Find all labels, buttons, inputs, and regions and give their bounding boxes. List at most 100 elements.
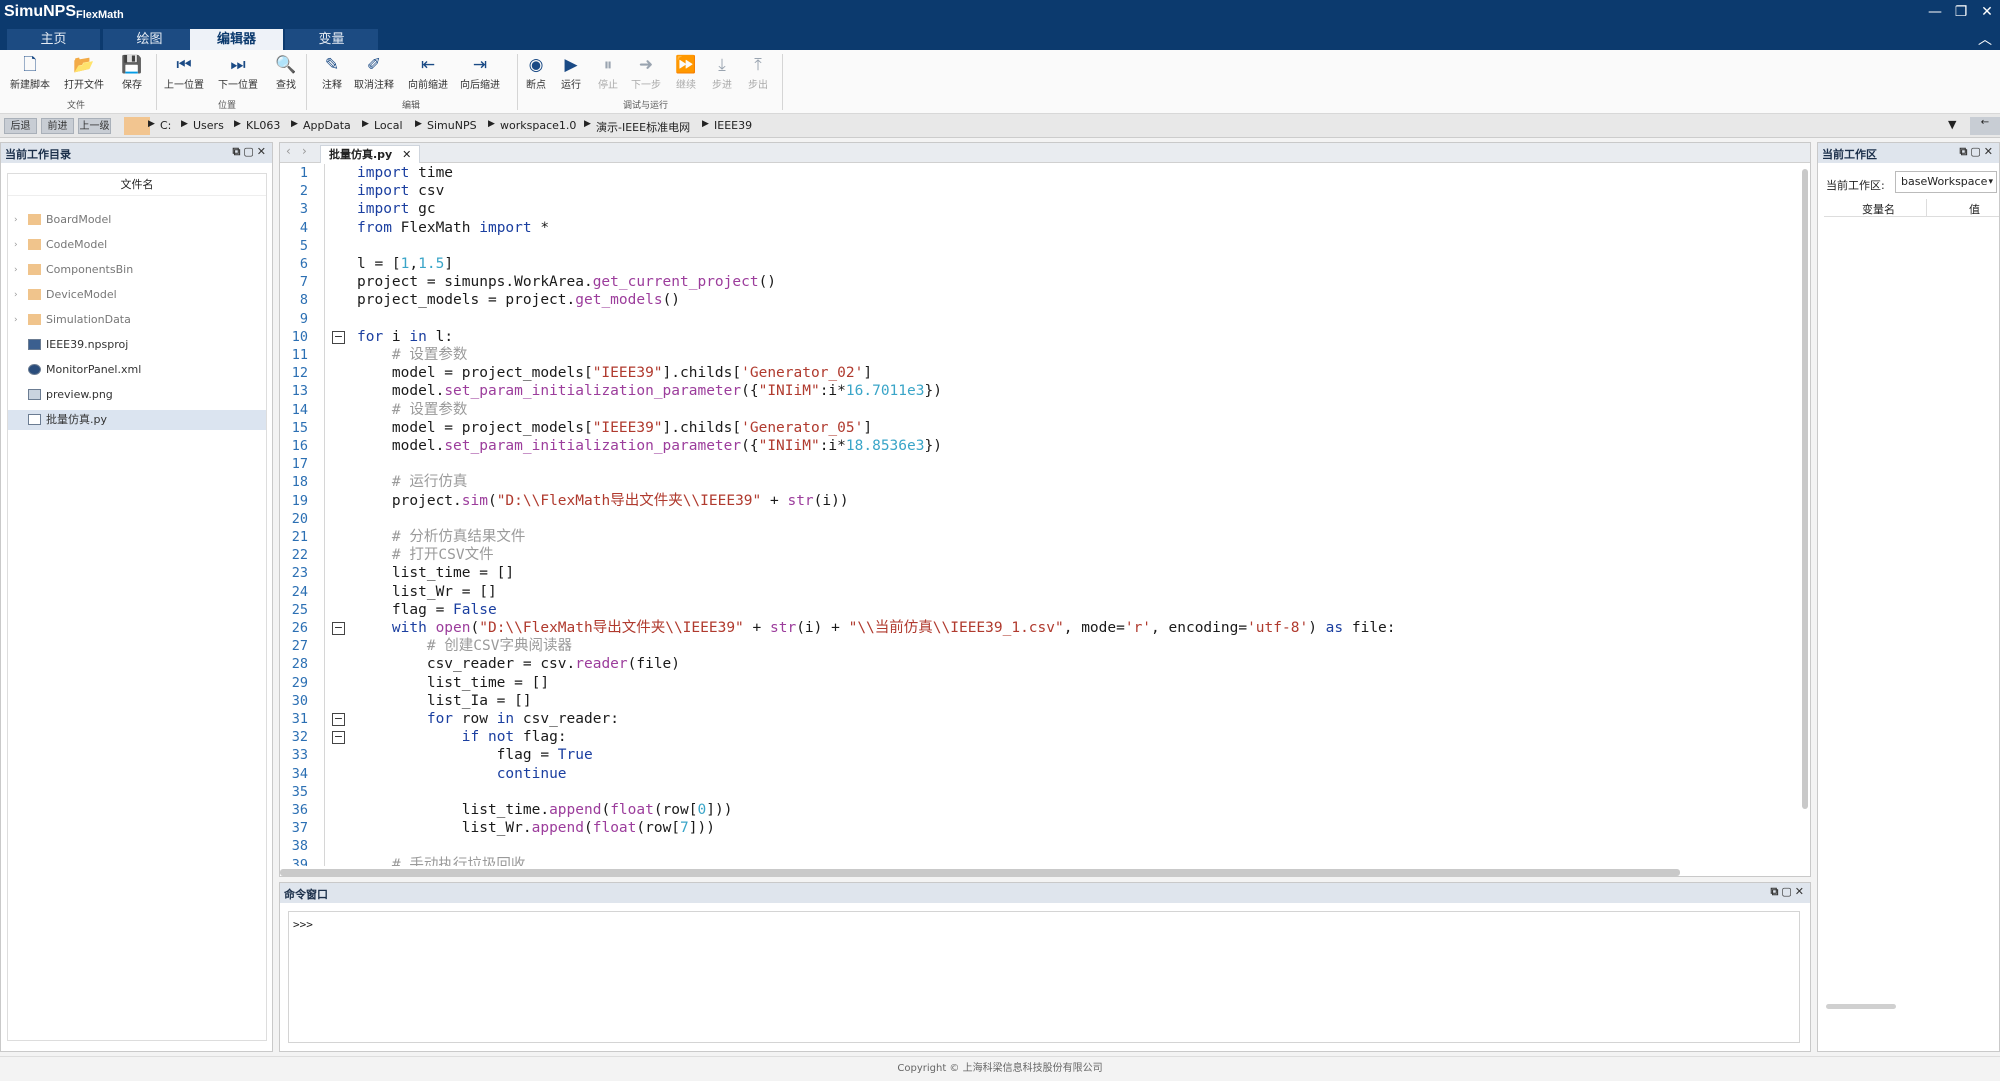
line-number[interactable]: 28: [280, 655, 308, 673]
code-area[interactable]: 1 import time 2 import csv 3 import gc 4 from F…: [280, 164, 1810, 866]
code-line[interactable]: 28 csv_reader = csv.reader(file): [280, 655, 1800, 673]
horizontal-scrollbar[interactable]: [1826, 1004, 1896, 1009]
file-item[interactable]: › SimulationData: [8, 310, 266, 330]
code-line[interactable]: 3 import gc: [280, 200, 1800, 218]
expand-arrow-icon[interactable]: ›: [14, 260, 18, 280]
indent-decrease-button[interactable]: ⇤ 向前缩进: [406, 54, 450, 91]
line-number[interactable]: 29: [280, 674, 308, 692]
code-line[interactable]: 17: [280, 455, 1800, 473]
code-line[interactable]: 25 flag = False: [280, 601, 1800, 619]
line-number[interactable]: 19: [280, 492, 308, 510]
expand-arrow-icon[interactable]: ›: [14, 235, 18, 255]
line-number[interactable]: 31: [280, 710, 308, 728]
line-number[interactable]: 14: [280, 401, 308, 419]
breadcrumb-separator-icon[interactable]: ▶: [234, 119, 241, 129]
vertical-scrollbar[interactable]: [1802, 169, 1808, 809]
panel-controls[interactable]: ⧉▢✕: [1960, 145, 1996, 159]
breadcrumb-item[interactable]: KL063: [246, 119, 280, 132]
save-button[interactable]: 💾 保存: [110, 54, 154, 91]
code-line[interactable]: 23 list_time = []: [280, 564, 1800, 582]
panel-controls[interactable]: ⧉▢✕: [233, 145, 269, 159]
code-line[interactable]: 33 flag = True: [280, 746, 1800, 764]
code-line[interactable]: 38: [280, 837, 1800, 855]
line-number[interactable]: 30: [280, 692, 308, 710]
code-line[interactable]: 39 # 手动执行垃圾回收: [280, 856, 1800, 866]
line-number[interactable]: 13: [280, 382, 308, 400]
line-number[interactable]: 5: [280, 237, 308, 255]
step-out-button[interactable]: ⤒ 步出: [736, 54, 780, 91]
code-line[interactable]: 13 model.set_param_initialization_parame…: [280, 382, 1800, 400]
code-line[interactable]: 19 project.sim("D:\\FlexMath导出文件夹\\IEEE3…: [280, 492, 1800, 510]
line-number[interactable]: 4: [280, 219, 308, 237]
line-number[interactable]: 25: [280, 601, 308, 619]
chevron-right-icon[interactable]: ›: [302, 144, 307, 158]
line-number[interactable]: 6: [280, 255, 308, 273]
line-number[interactable]: 10: [280, 328, 308, 346]
breadcrumb-separator-icon[interactable]: ▶: [181, 119, 188, 129]
file-item[interactable]: › ComponentsBin: [8, 260, 266, 280]
code-line[interactable]: 27 # 创建CSV字典阅读器: [280, 637, 1800, 655]
line-number[interactable]: 27: [280, 637, 308, 655]
line-number[interactable]: 20: [280, 510, 308, 528]
line-number[interactable]: 8: [280, 291, 308, 309]
breadcrumb-item[interactable]: workspace1.0: [500, 119, 576, 132]
workspace-select[interactable]: baseWorkspace ▾: [1895, 171, 1997, 193]
code-line[interactable]: 29 list_time = []: [280, 674, 1800, 692]
search-button[interactable]: 🔍 查找: [264, 54, 308, 91]
line-number[interactable]: 34: [280, 765, 308, 783]
breadcrumb-separator-icon[interactable]: ▶: [148, 119, 155, 129]
breadcrumb-item[interactable]: AppData: [303, 119, 351, 132]
fold-toggle-icon[interactable]: −: [332, 330, 345, 344]
line-number[interactable]: 36: [280, 801, 308, 819]
line-number[interactable]: 7: [280, 273, 308, 291]
line-number[interactable]: 15: [280, 419, 308, 437]
code-line[interactable]: 12 model = project_models["IEEE39"].chil…: [280, 364, 1800, 382]
tab-home[interactable]: 主页: [7, 29, 100, 50]
code-line[interactable]: 35: [280, 783, 1800, 801]
code-line[interactable]: 37 list_Wr.append(float(row[7])): [280, 819, 1800, 837]
line-number[interactable]: 32: [280, 728, 308, 746]
code-line[interactable]: 11 # 设置参数: [280, 346, 1800, 364]
line-number[interactable]: 17: [280, 455, 308, 473]
code-line[interactable]: 36 list_time.append(float(row[0])): [280, 801, 1800, 819]
horizontal-scrollbar[interactable]: [280, 869, 1680, 876]
forward-button[interactable]: 前进: [41, 118, 74, 134]
breadcrumb-separator-icon[interactable]: ▶: [584, 119, 591, 129]
parent-folder-button[interactable]: 上一级: [78, 118, 111, 134]
step-next-button[interactable]: ➜ 下一步: [624, 54, 668, 91]
breadcrumb-separator-icon[interactable]: ▶: [415, 119, 422, 129]
code-line[interactable]: 24 list_Wr = []: [280, 583, 1800, 601]
code-line[interactable]: 31 − for row in csv_reader:: [280, 710, 1800, 728]
line-number[interactable]: 16: [280, 437, 308, 455]
code-line[interactable]: 4 from FlexMath import *: [280, 219, 1800, 237]
line-number[interactable]: 23: [280, 564, 308, 582]
tab-editor[interactable]: 编辑器: [190, 29, 283, 50]
line-number[interactable]: 37: [280, 819, 308, 837]
code-line[interactable]: 5: [280, 237, 1800, 255]
breadcrumb-separator-icon[interactable]: ▶: [291, 119, 298, 129]
new-script-button[interactable]: 🗋 新建脚本: [8, 54, 52, 91]
code-line[interactable]: 14 # 设置参数: [280, 401, 1800, 419]
line-number[interactable]: 24: [280, 583, 308, 601]
restore-button[interactable]: ❐: [1950, 2, 1972, 22]
file-item[interactable]: IEEE39.npsproj: [8, 335, 266, 355]
uncomment-button[interactable]: ✐ 取消注释: [352, 54, 396, 91]
fold-toggle-icon[interactable]: −: [332, 731, 345, 745]
collapse-ribbon-icon[interactable]: ︿: [1978, 29, 1992, 49]
tab-plot[interactable]: 绘图: [103, 29, 196, 50]
line-number[interactable]: 26: [280, 619, 308, 637]
line-number[interactable]: 2: [280, 182, 308, 200]
code-line[interactable]: 7 project = simunps.WorkArea.get_current_…: [280, 273, 1800, 291]
code-line[interactable]: 9: [280, 310, 1800, 328]
column-value[interactable]: 值: [1969, 201, 1980, 217]
breadcrumb-separator-icon[interactable]: ▶: [488, 119, 495, 129]
code-line[interactable]: 21 # 分析仿真结果文件: [280, 528, 1800, 546]
prev-position-button[interactable]: ⏮ 上一位置: [162, 54, 206, 91]
code-line[interactable]: 18 # 运行仿真: [280, 473, 1800, 491]
code-line[interactable]: 20: [280, 510, 1800, 528]
breadcrumb-item[interactable]: Users: [193, 119, 224, 132]
expand-arrow-icon[interactable]: ›: [14, 210, 18, 230]
indent-increase-button[interactable]: ⇥ 向后缩进: [458, 54, 502, 91]
line-number[interactable]: 22: [280, 546, 308, 564]
chevron-down-icon[interactable]: ▼: [1948, 118, 1956, 131]
